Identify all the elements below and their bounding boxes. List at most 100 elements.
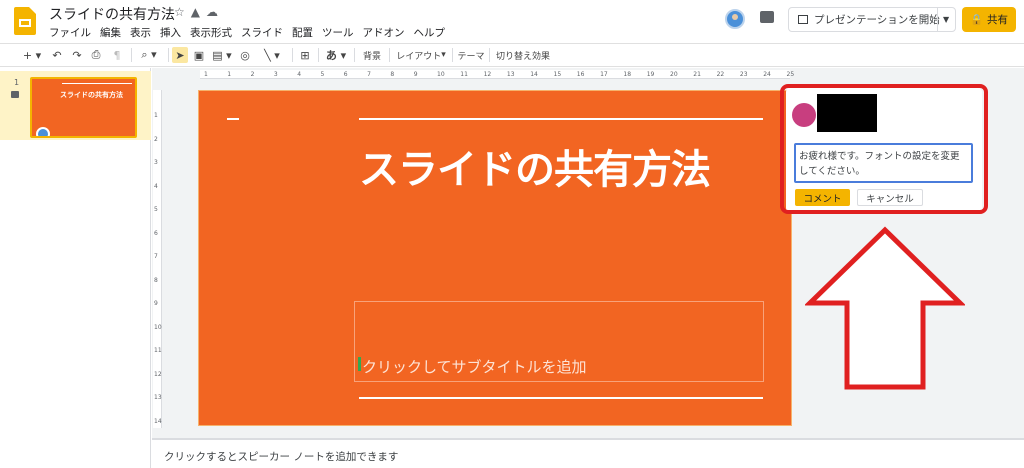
- image-icon[interactable]: ▤ ▾: [211, 47, 233, 63]
- ruler-tick-label: 21: [693, 71, 701, 78]
- ruler-tick-label: 24: [763, 71, 771, 78]
- undo-icon[interactable]: ↶: [50, 47, 64, 63]
- present-label: プレゼンテーションを開始: [814, 14, 940, 26]
- ruler-tick-label: 9: [154, 300, 158, 307]
- paint-format-icon[interactable]: ¶: [110, 47, 124, 63]
- ruler-tick-label: 25: [786, 71, 795, 78]
- menu-slide[interactable]: スライド: [241, 25, 283, 40]
- new-slide-icon[interactable]: + ▾: [20, 47, 44, 63]
- filmstrip-item[interactable]: 1 スライドの共有方法: [0, 71, 151, 140]
- ruler-tick-label: 23: [739, 71, 748, 78]
- present-button[interactable]: プレゼンテーションを開始 ▼: [788, 7, 956, 32]
- share-label: 共有: [987, 14, 1009, 26]
- ruler-tick-label: 18: [623, 71, 632, 78]
- cloud-status-icon: ☁: [206, 5, 218, 19]
- select-icon[interactable]: ➤: [172, 47, 188, 63]
- ruler-tick-label: 3: [154, 159, 158, 166]
- decor-bottom-line: [359, 397, 763, 399]
- ruler-tick-label: 4: [154, 182, 158, 190]
- ruler-tick-label: 1: [154, 112, 158, 119]
- move-to-folder-icon[interactable]: ▲: [191, 5, 200, 19]
- ruler-tick-label: 3: [273, 71, 278, 78]
- vertical-ruler[interactable]: 1 2 3 4 5 6 7 8 9 10 11 12 13 14: [153, 90, 162, 428]
- ruler-tick-label: 17: [600, 71, 608, 78]
- background-button[interactable]: 背景: [360, 47, 384, 63]
- menu-addons[interactable]: アドオン: [363, 25, 405, 40]
- slides-app: スライドの共有方法 ☆ ▲ ☁ ファイル 編集 表示 挿入 表示形式 スライド …: [0, 0, 1024, 468]
- menu-format[interactable]: 表示形式: [190, 25, 232, 40]
- star-icon[interactable]: ☆: [174, 5, 185, 19]
- annotation-highlight-box: [780, 84, 988, 214]
- subtitle-placeholder-box[interactable]: クリックしてサブタイトルを追加: [354, 301, 764, 382]
- share-button[interactable]: 🔒 共有: [962, 7, 1016, 32]
- ruler-tick-label: 11: [154, 347, 162, 354]
- ruler-tick-label: 5: [320, 71, 325, 78]
- transition-button[interactable]: 切り替え効果: [495, 47, 551, 63]
- thumbnail-title: スライドの共有方法: [60, 91, 123, 99]
- title-bar: スライドの共有方法 ☆ ▲ ☁ ファイル 編集 表示 挿入 表示形式 スライド …: [0, 0, 1024, 42]
- ruler-tick-label: 22: [716, 71, 725, 78]
- ruler-tick-label: 7: [367, 71, 371, 78]
- ruler-tick-label: 14: [154, 417, 162, 425]
- menu-insert[interactable]: 挿入: [160, 25, 181, 40]
- ruler-tick-label: 19: [646, 71, 655, 78]
- text-box-icon[interactable]: ▣: [192, 47, 206, 63]
- decor-top-line: [359, 118, 763, 120]
- comment-add-icon[interactable]: ⊞: [298, 47, 312, 63]
- text-cursor: [358, 357, 361, 371]
- ruler-tick-label: 12: [154, 370, 162, 378]
- ruler-tick-label: 8: [390, 71, 395, 78]
- menu-bar: ファイル 編集 表示 挿入 表示形式 スライド 配置 ツール アドオン ヘルプ: [49, 25, 445, 40]
- ruler-tick-label: 2: [250, 71, 255, 78]
- slide-title[interactable]: スライドの共有方法: [359, 137, 711, 195]
- zoom-icon[interactable]: ⌕ ▾: [137, 47, 161, 63]
- redo-icon[interactable]: ↷: [70, 47, 84, 63]
- menu-arrange[interactable]: 配置: [292, 25, 313, 40]
- decor-dash: [227, 118, 239, 120]
- notes-divider[interactable]: [152, 438, 1024, 440]
- comment-history-icon[interactable]: [760, 11, 774, 23]
- menu-file[interactable]: ファイル: [49, 25, 91, 40]
- ruler-tick-label: 12: [483, 71, 492, 78]
- menu-edit[interactable]: 編集: [100, 25, 121, 40]
- lock-icon: 🔒: [969, 14, 984, 26]
- menu-help[interactable]: ヘルプ: [414, 25, 446, 40]
- line-icon[interactable]: ╲ ▾: [258, 47, 286, 63]
- user-avatar[interactable]: [725, 9, 745, 29]
- ruler-tick-label: 16: [576, 71, 585, 78]
- layout-button[interactable]: レイアウト ▾: [395, 47, 447, 63]
- ruler-tick-label: 5: [154, 206, 158, 213]
- ruler-tick-label: 15: [553, 71, 562, 78]
- speaker-notes[interactable]: クリックするとスピーカー ノートを追加できます: [164, 449, 398, 464]
- ruler-tick-label: 10: [154, 323, 162, 331]
- ruler-tick-label: 9: [413, 71, 418, 78]
- horizontal-ruler[interactable]: 1 1 2 3 4 5 6 7 8 9 10 11 12 13 14 15 16 17 18 19 20 21 22 23 24…: [200, 70, 794, 79]
- subtitle-placeholder[interactable]: クリックしてサブタイトルを追加: [362, 356, 587, 377]
- theme-button[interactable]: テーマ: [458, 47, 485, 63]
- slide-thumbnail[interactable]: スライドの共有方法: [30, 77, 137, 138]
- ruler-tick-label: 1: [227, 71, 232, 78]
- print-icon[interactable]: ⎙: [89, 47, 103, 63]
- comment-indicator-icon: [11, 91, 19, 98]
- ruler-tick-label: 4: [297, 71, 302, 78]
- ruler-tick-label: 13: [154, 394, 162, 401]
- ruler-tick-label: 2: [154, 135, 158, 143]
- input-tools-button[interactable]: あ ▾: [324, 47, 348, 63]
- ruler-tick-label: 13: [506, 71, 515, 78]
- shape-icon[interactable]: ◎: [238, 47, 252, 63]
- present-dropdown-icon[interactable]: ▼: [943, 15, 949, 24]
- collaborator-avatar: [36, 127, 50, 136]
- ruler-tick-label: 14: [530, 71, 538, 78]
- slides-logo-icon[interactable]: [14, 7, 36, 35]
- ruler-tick-label: 11: [460, 71, 468, 78]
- document-title[interactable]: スライドの共有方法: [49, 4, 175, 24]
- filmstrip: 1 スライドの共有方法: [0, 68, 151, 468]
- ruler-tick-label: 8: [154, 276, 158, 284]
- title-icons: ☆ ▲ ☁: [174, 5, 218, 19]
- menu-view[interactable]: 表示: [130, 25, 151, 40]
- slide-number: 1: [14, 78, 20, 87]
- menu-tools[interactable]: ツール: [322, 25, 354, 40]
- slide[interactable]: スライドの共有方法 クリックしてサブタイトルを追加: [198, 90, 792, 426]
- toolbar: + ▾ ↶ ↷ ⎙ ¶ ⌕ ▾ ➤ ▣ ▤ ▾ ◎ ╲ ▾ ⊞ あ ▾ 背景 レ…: [0, 43, 1024, 67]
- ruler-tick-label: 7: [154, 253, 158, 260]
